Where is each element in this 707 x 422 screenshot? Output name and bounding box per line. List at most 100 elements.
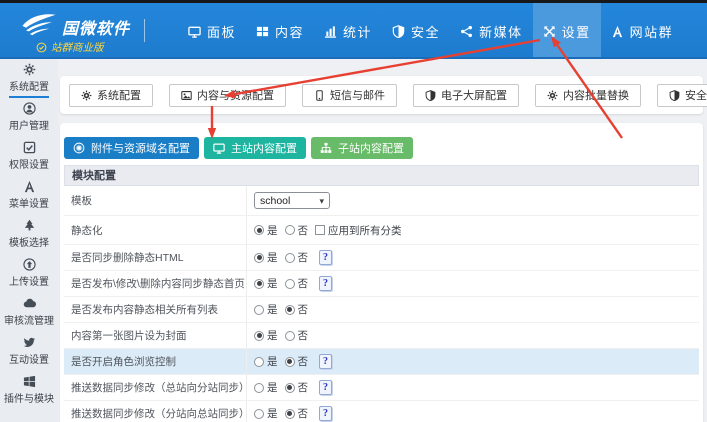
radio-yes-label: 是 <box>267 380 278 395</box>
gear-icon <box>23 63 36 76</box>
config-tabs-panel: 系统配置 内容与资源配置 短信与邮件 电子大屏配置 内容批量替换 安全配置 <box>60 76 703 114</box>
gear-circle-icon <box>73 142 85 154</box>
table-row-static: 静态化 是 否 应用到所有分类 <box>64 216 699 245</box>
share-icon <box>460 25 473 38</box>
help-icon[interactable]: ? <box>319 380 332 395</box>
help-icon[interactable]: ? <box>319 406 332 421</box>
desktop-icon <box>213 142 225 154</box>
batch-replace-button[interactable]: 内容批量替换 <box>535 84 641 107</box>
radio-no[interactable] <box>285 383 295 393</box>
sidebar-item-template-select[interactable]: 模板选择 <box>0 215 58 254</box>
sidebar-item-menu-settings[interactable]: 菜单设置 <box>0 176 58 215</box>
mobile-icon <box>314 90 325 101</box>
radio-no[interactable] <box>285 305 295 315</box>
main-site-content-config-button[interactable]: 主站内容配置 <box>204 137 306 159</box>
radio-yes[interactable] <box>254 357 264 367</box>
radio-yes[interactable] <box>254 253 264 263</box>
row-label: 是否发布内容静态相关所有列表 <box>64 297 247 322</box>
radio-no[interactable] <box>285 409 295 419</box>
menu-label: 面板 <box>207 22 236 41</box>
check-circle-icon <box>36 42 47 53</box>
menu-label: 安全 <box>411 22 440 41</box>
menu-item-security[interactable]: 安全 <box>382 3 450 59</box>
menu-item-content[interactable]: 内容 <box>246 3 314 59</box>
menu-item-settings[interactable]: 设置 <box>533 3 601 59</box>
row-label: 静态化 <box>64 216 247 244</box>
radio-yes[interactable] <box>254 331 264 341</box>
sidebar-label: 互动设置 <box>0 355 58 366</box>
radio-no-label: 否 <box>298 354 309 369</box>
button-label: 内容与资源配置 <box>197 87 274 103</box>
menu-item-dashboard[interactable]: 面板 <box>178 3 246 59</box>
radio-no[interactable] <box>285 279 295 289</box>
help-icon[interactable]: ? <box>319 276 332 291</box>
row-value: 是 否 ? <box>247 245 699 270</box>
sidebar-item-interaction[interactable]: 互动设置 <box>0 332 58 371</box>
sidebar-item-audit-flow[interactable]: 审核流管理 <box>0 293 58 332</box>
radio-no[interactable] <box>285 225 295 235</box>
menu-label: 网站群 <box>630 22 674 41</box>
row-value: 是 否 ? <box>247 271 699 296</box>
table-row-role-view-control: 是否开启角色浏览控制 是 否 ? <box>64 349 699 375</box>
row-value: 是 否 应用到所有分类 <box>247 216 699 244</box>
table-row-sync-delete-html: 是否同步删除静态HTML 是 否 ? <box>64 245 699 271</box>
select-value: school <box>260 195 290 207</box>
check-square-icon <box>23 141 36 154</box>
desktop-icon <box>188 25 201 38</box>
attachment-domain-config-button[interactable]: 附件与资源域名配置 <box>64 137 199 159</box>
radio-yes[interactable] <box>254 279 264 289</box>
radio-no[interactable] <box>285 331 295 341</box>
radio-yes[interactable] <box>254 409 264 419</box>
shield-icon <box>392 25 405 38</box>
button-label: 电子大屏配置 <box>441 87 507 103</box>
radio-no-label: 否 <box>298 406 309 421</box>
sub-site-content-config-button[interactable]: 子站内容配置 <box>311 137 413 159</box>
menu-item-newmedia[interactable]: 新媒体 <box>450 3 533 59</box>
radio-yes-label: 是 <box>267 406 278 421</box>
bar-chart-icon <box>324 25 337 38</box>
sidebar-label: 权限设置 <box>0 160 58 171</box>
button-label: 内容批量替换 <box>563 87 629 103</box>
content-resource-config-button[interactable]: 内容与资源配置 <box>169 84 286 107</box>
arrows-icon <box>543 25 556 38</box>
sidebar-item-user-management[interactable]: 用户管理 <box>0 98 58 137</box>
help-icon[interactable]: ? <box>319 250 332 265</box>
radio-yes-label: 是 <box>267 328 278 343</box>
sidebar-label: 插件与模块 <box>0 394 58 405</box>
button-label: 主站内容配置 <box>231 140 297 156</box>
radio-no-label: 否 <box>298 250 309 265</box>
window-top-edge <box>0 0 707 3</box>
radio-yes[interactable] <box>254 225 264 235</box>
sidebar-item-plugins-modules[interactable]: 插件与模块 <box>0 371 58 410</box>
grid-icon <box>256 25 269 38</box>
table-row-sync-static-home: 是否发布\修改\删除内容同步静态首页 是 否 ? <box>64 271 699 297</box>
main-menu: 面板 内容 统计 安全 新媒体 设置 网站群 <box>178 3 683 59</box>
shield-icon <box>669 90 680 101</box>
sidebar-item-system-config[interactable]: 系统配置 <box>0 59 58 98</box>
security-config-button[interactable]: 安全配置 <box>657 84 707 107</box>
system-config-button[interactable]: 系统配置 <box>69 84 153 107</box>
checkbox-apply-all-categories[interactable] <box>315 225 325 235</box>
sidebar-label: 审核流管理 <box>0 316 58 327</box>
radio-no[interactable] <box>285 357 295 367</box>
sidebar-item-upload-settings[interactable]: 上传设置 <box>0 254 58 293</box>
row-label: 是否同步删除静态HTML <box>64 245 247 270</box>
sms-email-button[interactable]: 短信与邮件 <box>302 84 397 107</box>
checkbox-label: 应用到所有分类 <box>328 223 402 238</box>
template-select[interactable]: school <box>254 192 330 209</box>
radio-yes[interactable] <box>254 383 264 393</box>
sidebar-label: 系统配置 <box>0 82 58 93</box>
bird-icon <box>23 336 36 349</box>
help-icon[interactable]: ? <box>319 354 332 369</box>
big-screen-config-button[interactable]: 电子大屏配置 <box>413 84 519 107</box>
gear-icon <box>547 90 558 101</box>
menu-item-sitegroup[interactable]: 网站群 <box>601 3 684 59</box>
radio-yes-label: 是 <box>267 276 278 291</box>
radio-no[interactable] <box>285 253 295 263</box>
menu-item-statistics[interactable]: 统计 <box>314 3 382 59</box>
radio-yes[interactable] <box>254 305 264 315</box>
radio-yes-label: 是 <box>267 250 278 265</box>
sitemap-icon <box>320 142 332 154</box>
sidebar-item-permissions[interactable]: 权限设置 <box>0 137 58 176</box>
row-value: 是 否 ? <box>247 375 699 400</box>
